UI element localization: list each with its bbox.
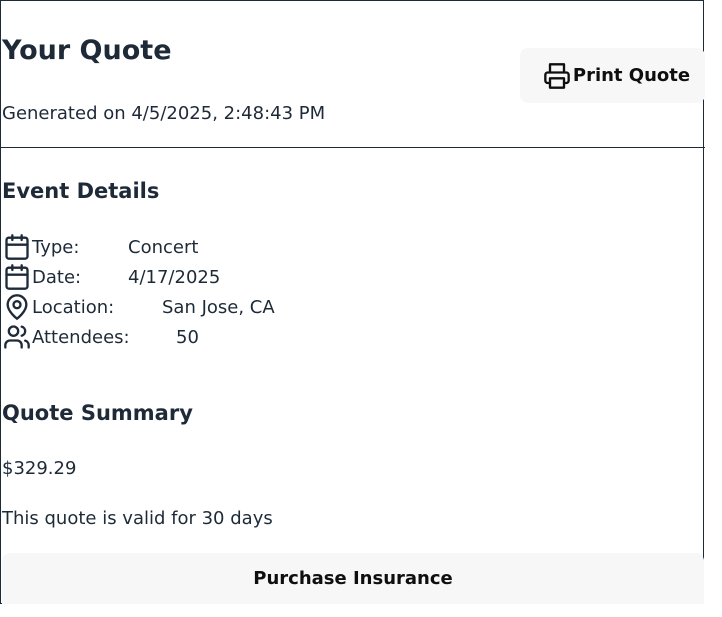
event-type-row: Type: Concert [2,232,198,262]
purchase-insurance-button[interactable]: Purchase Insurance [2,553,704,604]
calendar-icon [2,232,32,262]
calendar-icon [2,262,32,292]
event-date-label: Date: [32,266,82,288]
event-type-label: Type: [32,236,80,258]
event-type-value: Concert [128,236,199,258]
print-quote-button[interactable]: Print Quote [520,48,705,103]
generated-timestamp: Generated on 4/5/2025, 2:48:43 PM [2,103,326,124]
print-quote-label: Print Quote [572,65,691,86]
event-location-label: Location: [32,296,115,318]
quote-price: $329.29 [2,458,77,479]
quote-card: Your Quote Generated on 4/5/2025, 2:48:4… [0,0,705,604]
quote-summary-heading: Quote Summary [2,401,193,425]
printer-icon [543,62,571,90]
event-attendees-row: Attendees: 50 [2,322,199,352]
quote-header: Your Quote Generated on 4/5/2025, 2:48:4… [1,1,705,148]
event-date-value: 4/17/2025 [128,266,221,288]
event-details-heading: Event Details [2,179,160,203]
event-location-row: Location: San Jose, CA [2,292,275,322]
map-pin-icon [2,292,32,322]
event-location-value: San Jose, CA [162,296,275,318]
event-attendees-value: 50 [176,326,199,348]
event-date-row: Date: 4/17/2025 [2,262,220,292]
event-attendees-label: Attendees: [32,326,130,348]
page-title: Your Quote [2,35,172,66]
quote-validity-note: This quote is valid for 30 days [2,508,273,529]
users-icon [2,322,32,352]
